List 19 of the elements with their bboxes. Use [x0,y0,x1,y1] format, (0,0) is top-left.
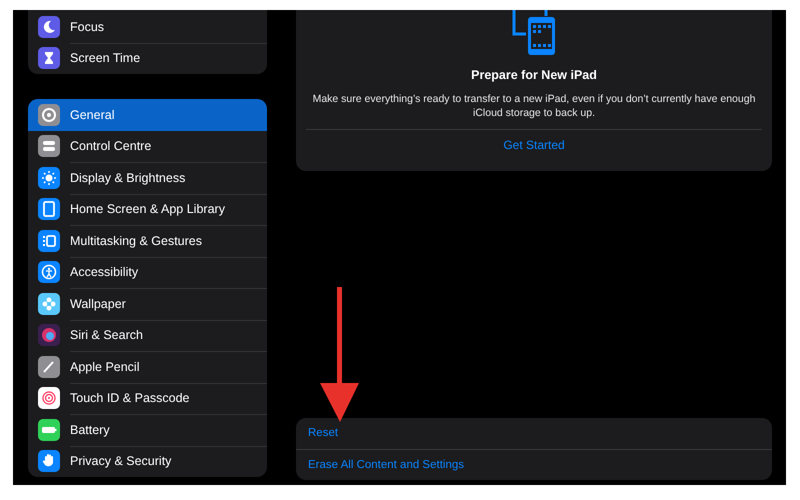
sidebar-item[interactable]: General [28,99,267,130]
reset-option[interactable]: Erase All Content and Settings [296,448,772,480]
sidebar-item[interactable]: Focus [28,11,267,42]
sidebar-item[interactable]: Siri & Search [28,320,267,351]
reset-option[interactable]: Reset [296,418,772,448]
sidebar-item[interactable]: Display & Brightness [28,162,267,194]
get-started-link[interactable]: Get Started [306,129,762,152]
card-title: Prepare for New iPad [471,68,597,82]
sidebar-item[interactable]: Battery [28,414,267,446]
sidebar-item[interactable]: Multitasking & Gestures [28,225,267,256]
sidebar-item[interactable]: Accessibility [28,256,267,288]
sidebar-item[interactable]: Apple Pencil [28,351,267,382]
sidebar-item[interactable]: Touch ID & Passcode [28,382,267,414]
card-description: Make sure everything’s ready to transfer to a new iPad, even if you don’t currently have enough iCloud storage to back up. [312,92,756,120]
sidebar-item[interactable]: Privacy & Security [28,446,267,477]
sidebar-item[interactable]: Wallpaper [28,288,267,320]
sidebar-item[interactable]: Control Centre [28,130,267,162]
sidebar-item[interactable]: Home Screen & App Library [28,194,267,225]
sidebar-item[interactable]: Screen Time [28,42,267,74]
